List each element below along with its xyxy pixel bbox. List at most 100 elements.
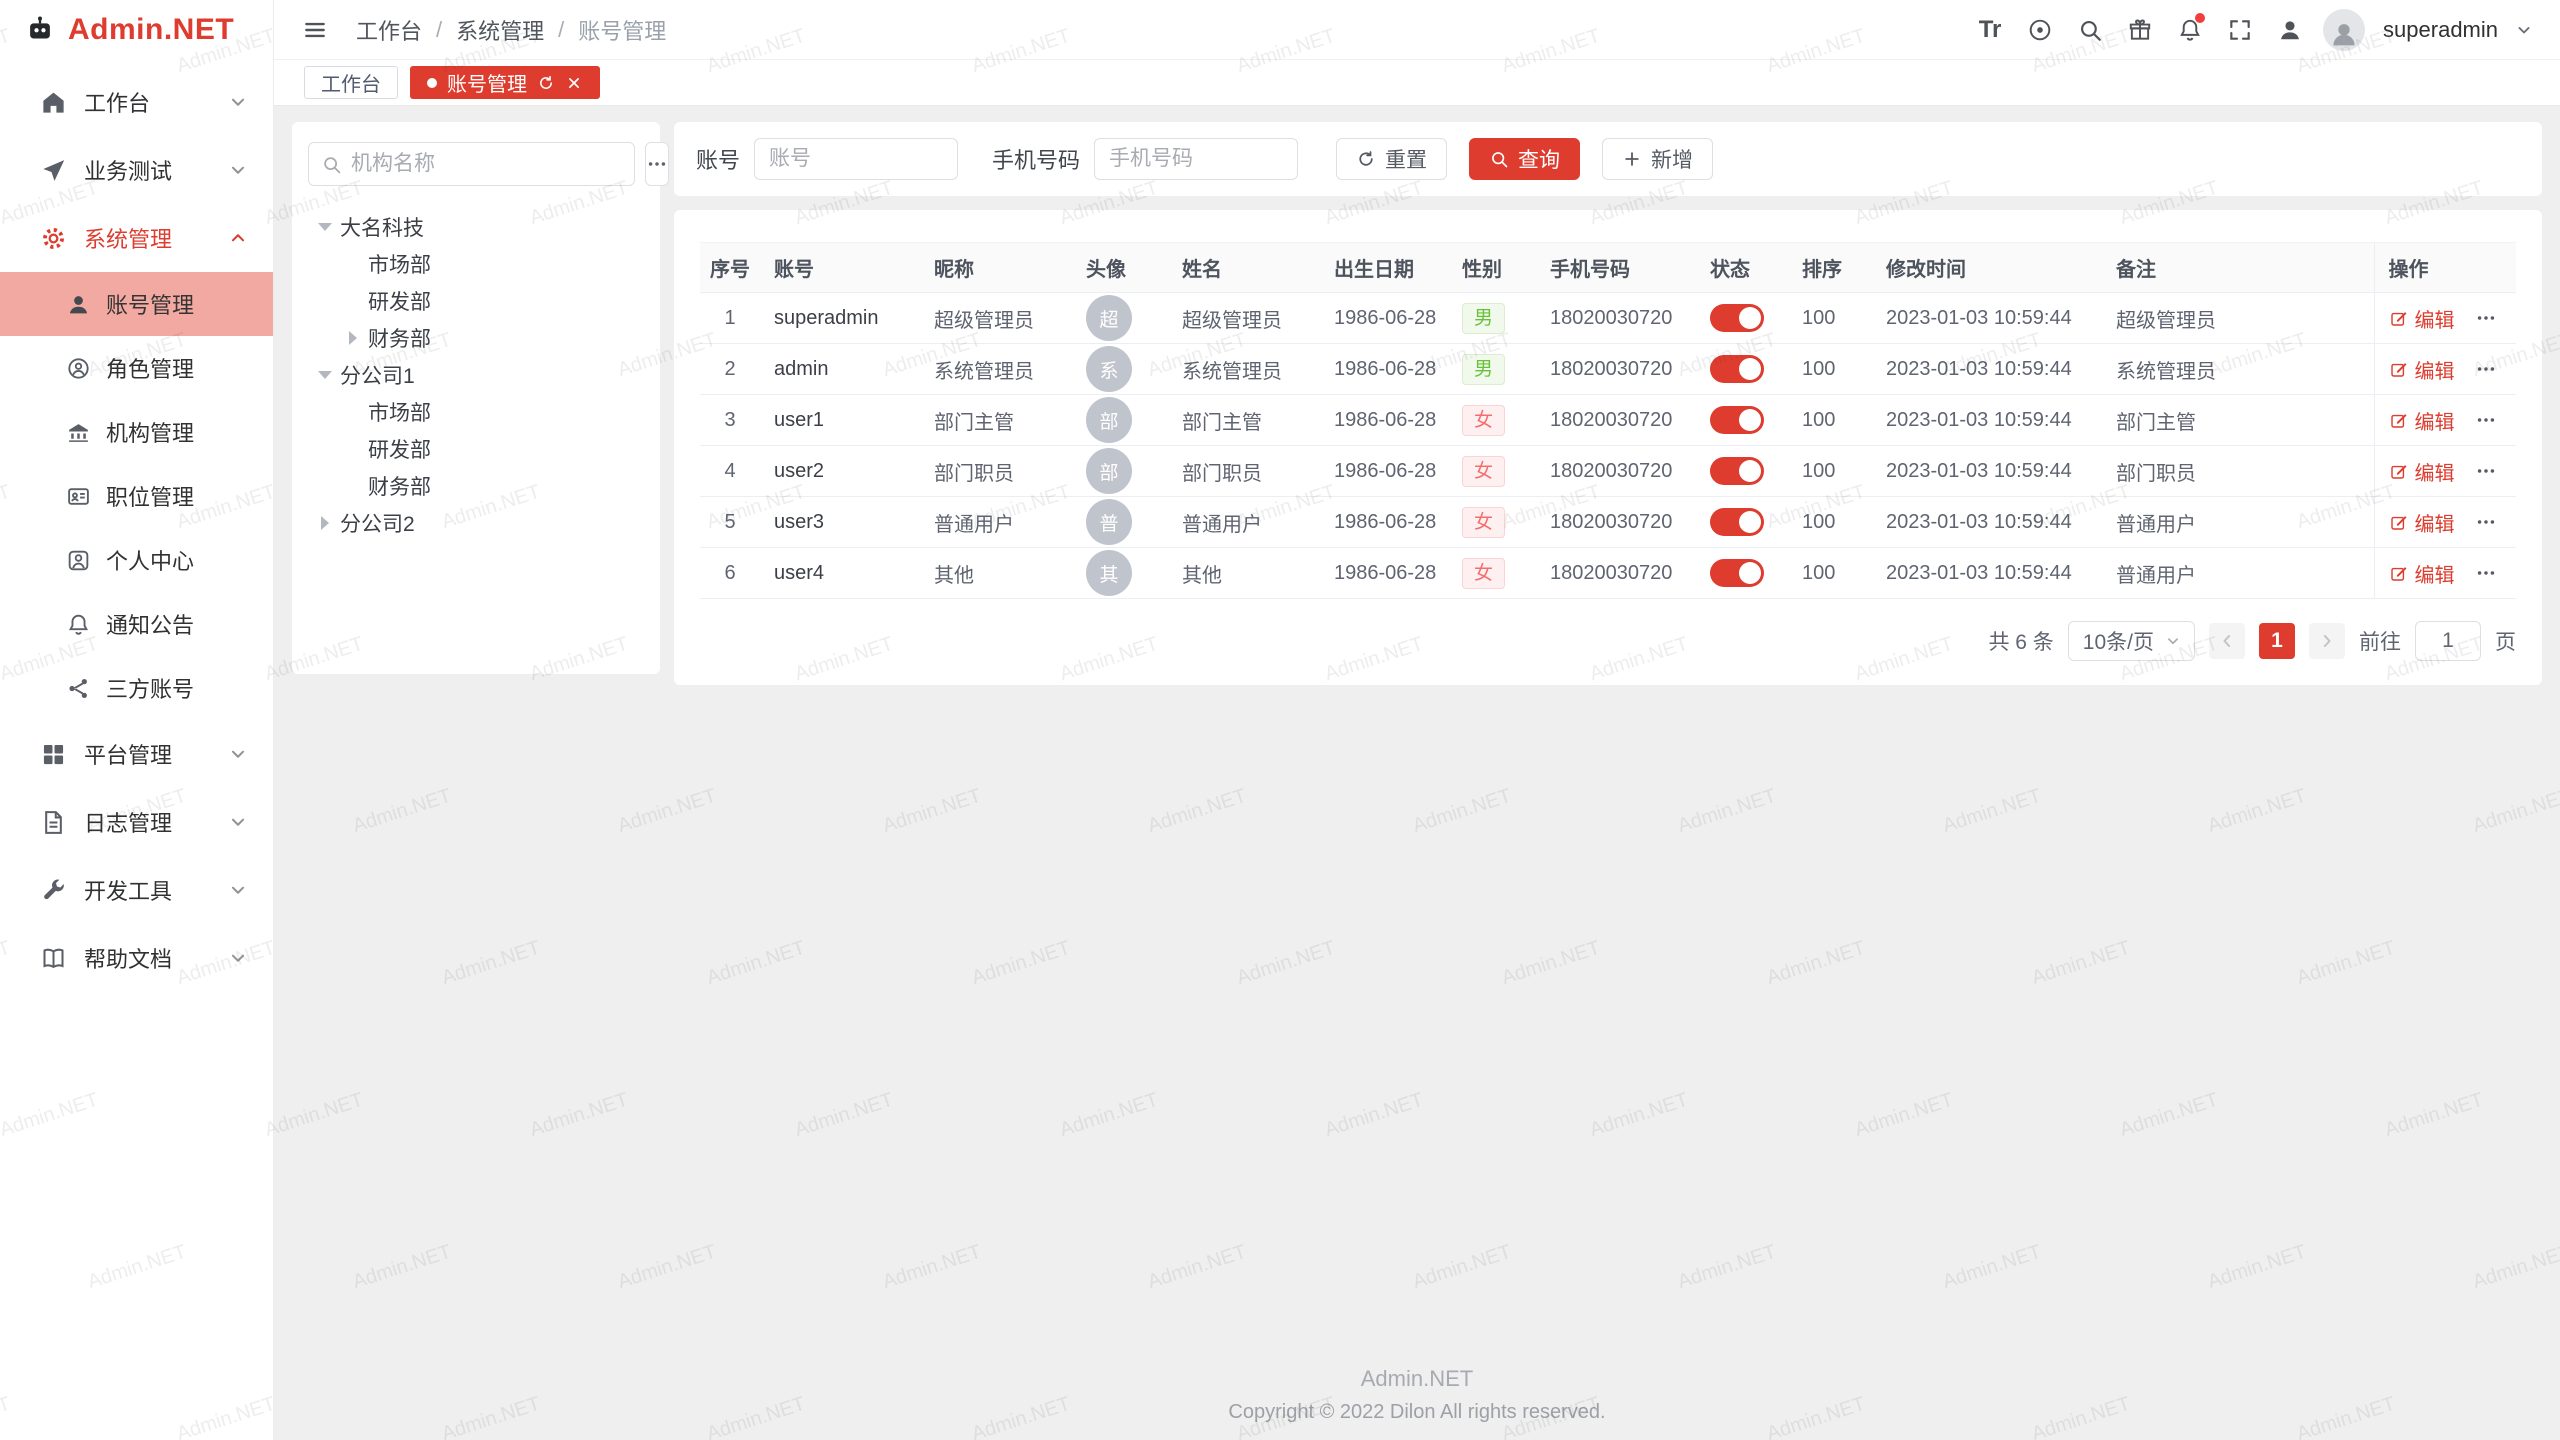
edit-button[interactable]: 编辑 — [2389, 355, 2455, 384]
status-toggle[interactable] — [1710, 457, 1764, 485]
hamburger-menu-icon[interactable] — [298, 13, 332, 47]
sidebar-item[interactable]: 日志管理 — [0, 788, 273, 856]
cell-avatar: 其 — [1072, 548, 1168, 599]
edit-button[interactable]: 编辑 — [2389, 304, 2455, 333]
sidebar-item[interactable]: 系统管理 — [0, 204, 273, 272]
row-more-button[interactable] — [2475, 307, 2497, 329]
tools-icon — [38, 875, 68, 905]
row-avatar: 超 — [1086, 295, 1132, 341]
cell-modified-time: 2023-01-03 10:59:44 — [1872, 344, 2102, 395]
tree-node[interactable]: 市场部 — [308, 245, 644, 282]
query-button[interactable]: 查询 — [1469, 138, 1580, 180]
edit-button[interactable]: 编辑 — [2389, 406, 2455, 435]
locale-icon[interactable] — [2023, 13, 2057, 47]
sidebar-subitem-label: 角色管理 — [106, 352, 273, 384]
logo[interactable]: Admin.NET — [0, 0, 273, 60]
reset-button[interactable]: 重置 — [1336, 138, 1447, 180]
search-icon[interactable] — [2073, 13, 2107, 47]
edit-button[interactable]: 编辑 — [2389, 508, 2455, 537]
column-header: 操作 — [2374, 243, 2516, 293]
row-more-button[interactable] — [2475, 562, 2497, 584]
user-icon — [64, 290, 92, 318]
close-icon[interactable] — [565, 74, 583, 92]
row-more-button[interactable] — [2475, 460, 2497, 482]
add-button[interactable]: 新增 — [1602, 138, 1713, 180]
goto-page-input[interactable] — [2415, 621, 2481, 661]
tree-expand-icon[interactable] — [312, 371, 338, 379]
sidebar-subitem[interactable]: 通知公告 — [0, 592, 273, 656]
tree-node[interactable]: 研发部 — [308, 430, 644, 467]
org-more-button[interactable] — [645, 142, 669, 186]
user-icon[interactable] — [2273, 13, 2307, 47]
org-icon — [64, 418, 92, 446]
sidebar-subitem[interactable]: 个人中心 — [0, 528, 273, 592]
page-tab[interactable]: 账号管理 — [410, 66, 600, 99]
org-search-input[interactable] — [351, 152, 622, 176]
fontsize-icon[interactable]: Tr — [1973, 13, 2007, 47]
sidebar-item[interactable]: 开发工具 — [0, 856, 273, 924]
row-more-button[interactable] — [2475, 409, 2497, 431]
cell-name: 部门主管 — [1168, 395, 1320, 446]
tab-active-dot — [427, 78, 437, 88]
cell-remark: 超级管理员 — [2102, 293, 2374, 344]
page-number-button[interactable]: 1 — [2259, 623, 2295, 659]
table-row: 2admin系统管理员系系统管理员1986-06-28男180200307201… — [700, 344, 2516, 395]
sidebar-subitem[interactable]: 职位管理 — [0, 464, 273, 528]
sidebar-subitem[interactable]: 机构管理 — [0, 400, 273, 464]
tree-node[interactable]: 财务部 — [308, 467, 644, 504]
user-avatar[interactable] — [2323, 9, 2365, 51]
cell-status — [1696, 344, 1788, 395]
chevron-up-icon — [227, 227, 249, 249]
phone-input[interactable] — [1094, 138, 1298, 180]
tree-expand-icon[interactable] — [312, 223, 338, 231]
edit-button[interactable]: 编辑 — [2389, 559, 2455, 588]
prev-page-button[interactable] — [2209, 623, 2245, 659]
refresh-icon[interactable] — [537, 74, 555, 92]
sidebar-item[interactable]: 帮助文档 — [0, 924, 273, 992]
cell-index: 4 — [700, 446, 760, 497]
sidebar-subitem[interactable]: 角色管理 — [0, 336, 273, 400]
chevron-down-icon[interactable] — [2514, 20, 2534, 40]
breadcrumb-item[interactable]: 工作台 — [356, 14, 422, 46]
account-input[interactable] — [754, 138, 958, 180]
cell-name: 系统管理员 — [1168, 344, 1320, 395]
row-more-button[interactable] — [2475, 358, 2497, 380]
fullscreen-icon[interactable] — [2223, 13, 2257, 47]
tree-node[interactable]: 分公司2 — [308, 504, 644, 541]
breadcrumb-item[interactable]: 系统管理 — [456, 14, 544, 46]
tree-expand-icon[interactable] — [312, 516, 338, 530]
sidebar-item[interactable]: 工作台 — [0, 68, 273, 136]
tree-node-label: 大名科技 — [340, 212, 424, 242]
cell-modified-time: 2023-01-03 10:59:44 — [1872, 293, 2102, 344]
app-root: Admin.NET 工作台业务测试系统管理账号管理角色管理机构管理职位管理个人中… — [0, 0, 2560, 1440]
status-toggle[interactable] — [1710, 559, 1764, 587]
sidebar-item-label: 平台管理 — [84, 738, 227, 770]
sidebar-item[interactable]: 平台管理 — [0, 720, 273, 788]
tree-node[interactable]: 财务部 — [308, 319, 644, 356]
sidebar-subitem[interactable]: 三方账号 — [0, 656, 273, 720]
status-toggle[interactable] — [1710, 508, 1764, 536]
row-more-button[interactable] — [2475, 511, 2497, 533]
tree-node[interactable]: 分公司1 — [308, 356, 644, 393]
status-toggle[interactable] — [1710, 406, 1764, 434]
page-tab[interactable]: 工作台 — [304, 66, 398, 99]
cell-gender: 男 — [1448, 293, 1536, 344]
theme-icon[interactable] — [2123, 13, 2157, 47]
cell-index: 2 — [700, 344, 760, 395]
status-toggle[interactable] — [1710, 304, 1764, 332]
notification-badge — [2195, 13, 2205, 23]
cell-nickname: 系统管理员 — [920, 344, 1072, 395]
username[interactable]: superadmin — [2383, 17, 2498, 43]
notification-bell-icon[interactable] — [2173, 13, 2207, 47]
tree-expand-icon[interactable] — [340, 331, 366, 345]
tree-node[interactable]: 研发部 — [308, 282, 644, 319]
next-page-button[interactable] — [2309, 623, 2345, 659]
page-size-select[interactable]: 10条/页 — [2068, 621, 2195, 661]
status-toggle[interactable] — [1710, 355, 1764, 383]
tree-node[interactable]: 市场部 — [308, 393, 644, 430]
sidebar-item[interactable]: 业务测试 — [0, 136, 273, 204]
sidebar-subitem[interactable]: 账号管理 — [0, 272, 273, 336]
edit-button[interactable]: 编辑 — [2389, 457, 2455, 486]
cell-birthday: 1986-06-28 — [1320, 446, 1448, 497]
tree-node[interactable]: 大名科技 — [308, 208, 644, 245]
